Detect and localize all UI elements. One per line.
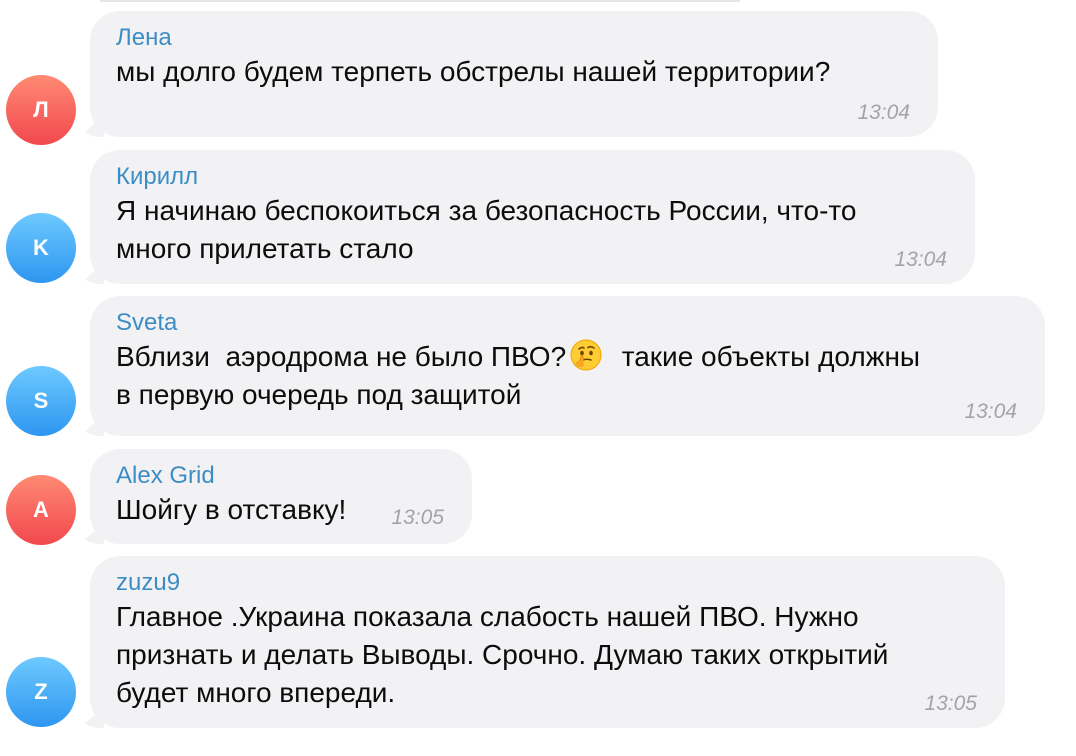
previous-message-edge bbox=[100, 0, 740, 2]
message-text-part: Вблизи аэродрома не было ПВО? bbox=[116, 341, 567, 372]
avatar-letter: S bbox=[33, 388, 49, 413]
message-bubble[interactable]: Alex Grid Шойгу в отставку! 13:05 bbox=[90, 449, 472, 544]
avatar-letter: Л bbox=[33, 97, 49, 122]
avatar[interactable]: K bbox=[6, 213, 76, 283]
avatar[interactable]: Z bbox=[6, 657, 76, 727]
thinking-face-icon bbox=[570, 339, 602, 371]
message-time: 13:04 bbox=[857, 101, 910, 124]
message-bubble[interactable]: zuzu9 Главное .Украина показала слабость… bbox=[90, 556, 1005, 728]
sender-name[interactable]: Sveta bbox=[116, 308, 1019, 338]
avatar[interactable]: Л bbox=[6, 75, 76, 145]
message-time: 13:04 bbox=[964, 400, 1017, 423]
avatar-letter: K bbox=[33, 235, 49, 260]
message-text: мы долго будем терпеть обстрелы нашей те… bbox=[116, 56, 831, 87]
avatar[interactable]: S bbox=[6, 366, 76, 436]
message-text: Вблизи аэродрома не было ПВО? такие объе… bbox=[116, 338, 1019, 414]
message-text: Главное .Украина показала слабость нашей… bbox=[116, 601, 889, 708]
avatar[interactable]: A bbox=[6, 475, 76, 545]
avatar-letter: A bbox=[33, 497, 49, 522]
sender-name[interactable]: Alex Grid bbox=[116, 461, 362, 491]
sender-name[interactable]: zuzu9 bbox=[116, 568, 979, 598]
message-time: 13:05 bbox=[924, 692, 977, 715]
message-bubble[interactable]: Кирилл Я начинаю беспокоиться за безопас… bbox=[90, 150, 975, 284]
message-bubble[interactable]: Лена мы долго будем терпеть обстрелы наш… bbox=[90, 11, 938, 137]
message-time: 13:05 bbox=[391, 506, 444, 529]
message-text: Шойгу в отставку! bbox=[116, 494, 347, 525]
sender-name[interactable]: Кирилл bbox=[116, 162, 949, 192]
message-time: 13:04 bbox=[894, 248, 947, 271]
avatar-letter: Z bbox=[34, 679, 48, 704]
message-bubble[interactable]: Sveta Вблизи аэродрома не было ПВО? таки… bbox=[90, 296, 1045, 436]
message-text: Я начинаю беспокоиться за безопасность Р… bbox=[116, 195, 857, 264]
sender-name[interactable]: Лена bbox=[116, 23, 912, 53]
